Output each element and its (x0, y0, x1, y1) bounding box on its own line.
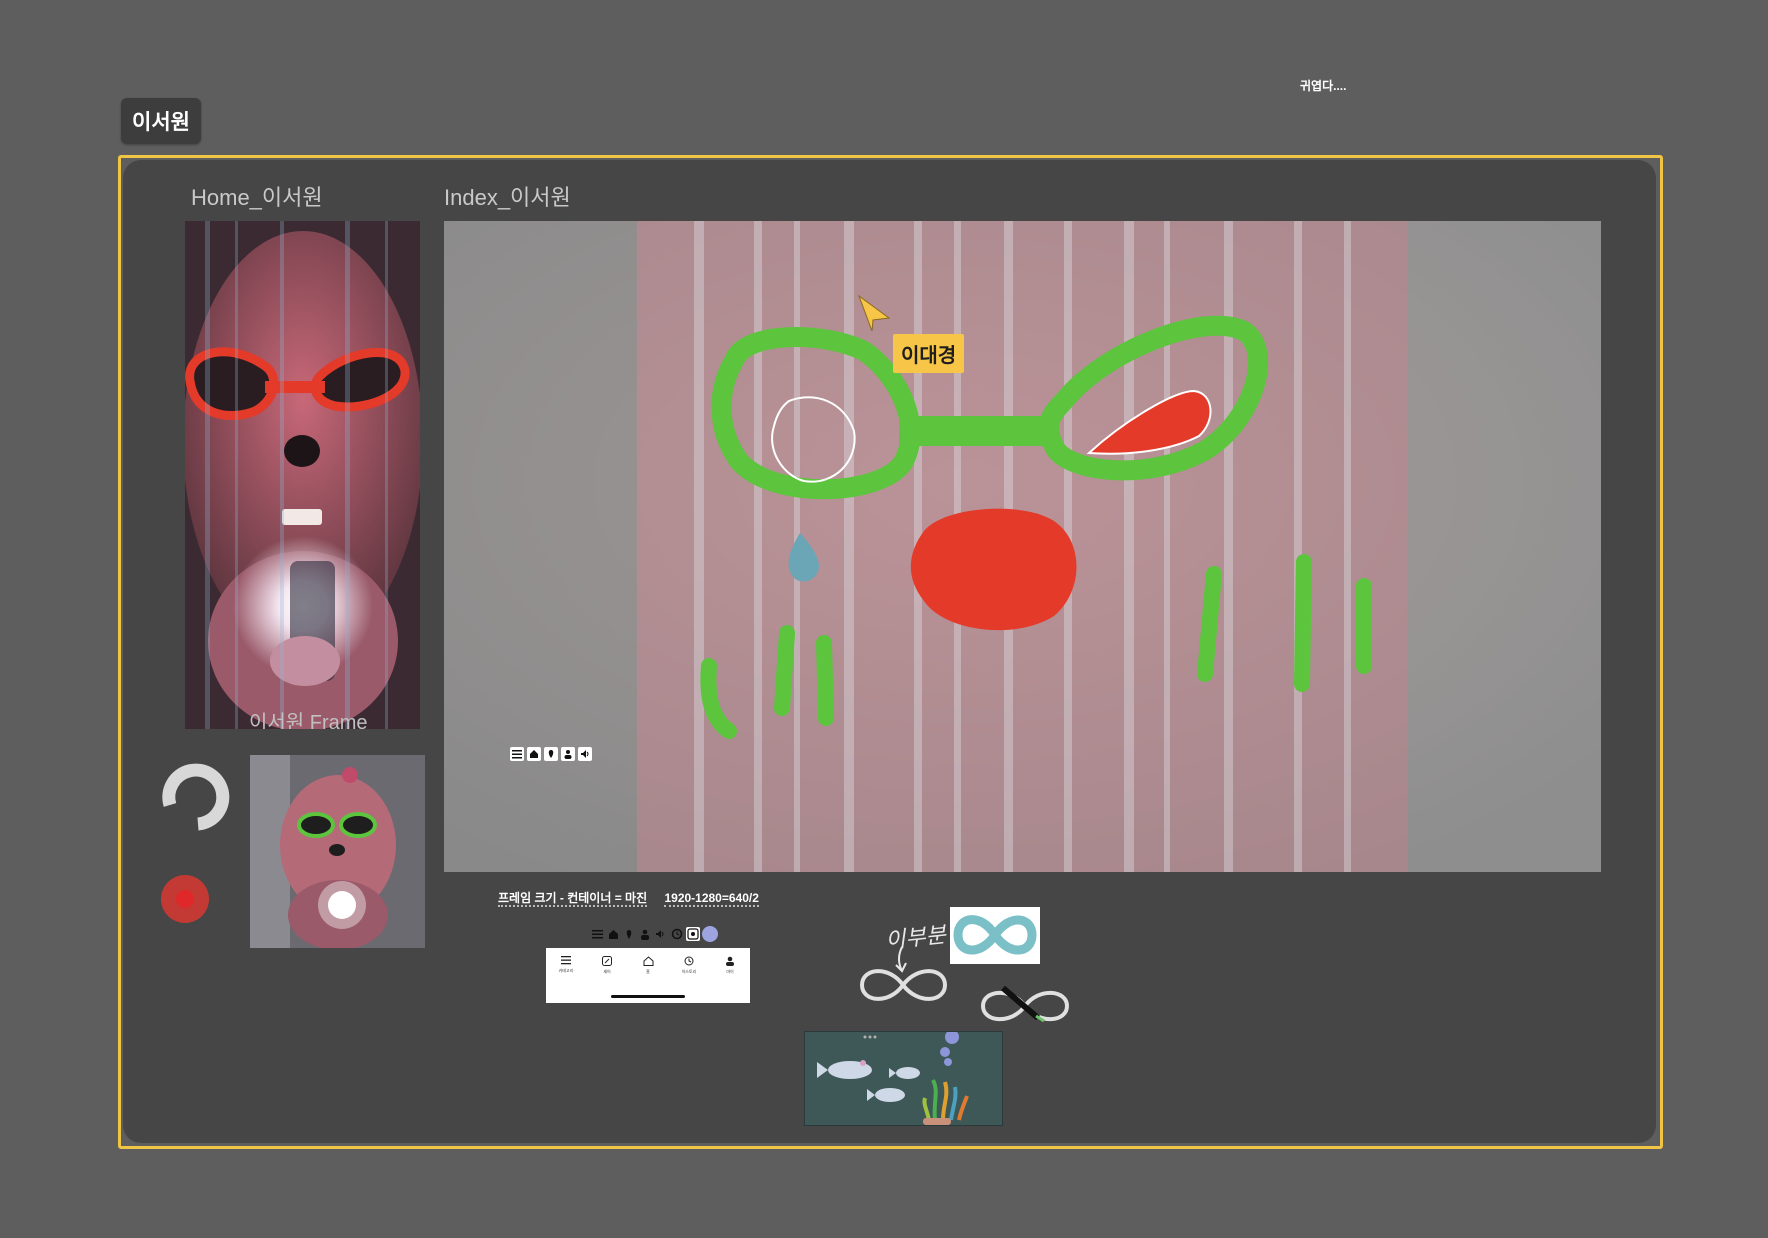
beaver-photo (185, 221, 420, 729)
tab-history-label: 히스토리 (681, 969, 697, 974)
person-icon (726, 956, 734, 966)
location-pin-icon (544, 747, 558, 761)
index-frame-image[interactable] (444, 221, 1601, 872)
edit-icon (686, 927, 700, 941)
beaver-thumbnail[interactable] (250, 755, 425, 948)
tab-home[interactable]: 홈 (630, 956, 666, 975)
menu-icon (510, 747, 524, 761)
home-icon (606, 927, 620, 941)
home-frame-caption: 이서원 Frame (249, 712, 368, 729)
refresh-icon[interactable] (158, 760, 232, 839)
speaker-icon (654, 927, 668, 941)
frame-nav-icons (510, 747, 592, 761)
user-badge[interactable]: 이서원 (121, 98, 201, 144)
tab-category-label: 카테고리 (558, 968, 574, 973)
avatar-dot-icon (702, 926, 718, 942)
home-frame-label[interactable]: Home_이서원 (191, 180, 323, 212)
speaker-icon (578, 747, 592, 761)
infinity-outline-doodle[interactable] (856, 960, 951, 1015)
tab-home-label: 홈 (646, 969, 650, 974)
aquarium-illustration[interactable] (804, 1030, 1003, 1126)
collaborator-cursor-label: 이대경 (893, 334, 965, 373)
person-icon (638, 927, 652, 941)
tab-share-label: 셰어 (603, 969, 611, 974)
record-icon[interactable] (160, 874, 210, 929)
menu-icon (590, 927, 604, 941)
frame-formula-note: 프레임 크기 - 컨테이너 = 마진 1920-1280=640/2 (498, 889, 759, 907)
frame-formula-text: 프레임 크기 - 컨테이너 = 마진 (498, 891, 648, 907)
history-icon (670, 927, 684, 941)
home-icon (643, 956, 653, 966)
tab-my-label: 마이 (726, 969, 734, 974)
index-frame-label[interactable]: Index_이서원 (444, 180, 571, 212)
edit-icon (602, 956, 612, 966)
tab-my[interactable]: 마이 (712, 956, 748, 975)
location-pin-icon (622, 927, 636, 941)
closeup-photo-with-drawings (444, 221, 1601, 872)
menu-icon (561, 956, 571, 965)
home-icon (527, 747, 541, 761)
home-frame-image[interactable]: 이서원 Frame (185, 221, 420, 729)
mobile-tabbar-mockup: 카테고리 셰어 홈 히스토리 마이 (546, 948, 750, 1003)
person-icon (561, 747, 575, 761)
tab-category[interactable]: 카테고리 (548, 956, 584, 974)
home-indicator (611, 995, 685, 998)
tab-share[interactable]: 셰어 (589, 956, 625, 975)
corner-note: 귀엽다.... (1300, 79, 1347, 93)
infinity-stroke-doodle[interactable] (978, 983, 1072, 1034)
tab-history[interactable]: 히스토리 (671, 956, 707, 975)
history-icon (684, 956, 694, 966)
frame-numbers-text: 1920-1280=640/2 (664, 891, 759, 907)
tabbar-icon-strip (590, 926, 718, 942)
infinity-image[interactable] (950, 907, 1040, 964)
